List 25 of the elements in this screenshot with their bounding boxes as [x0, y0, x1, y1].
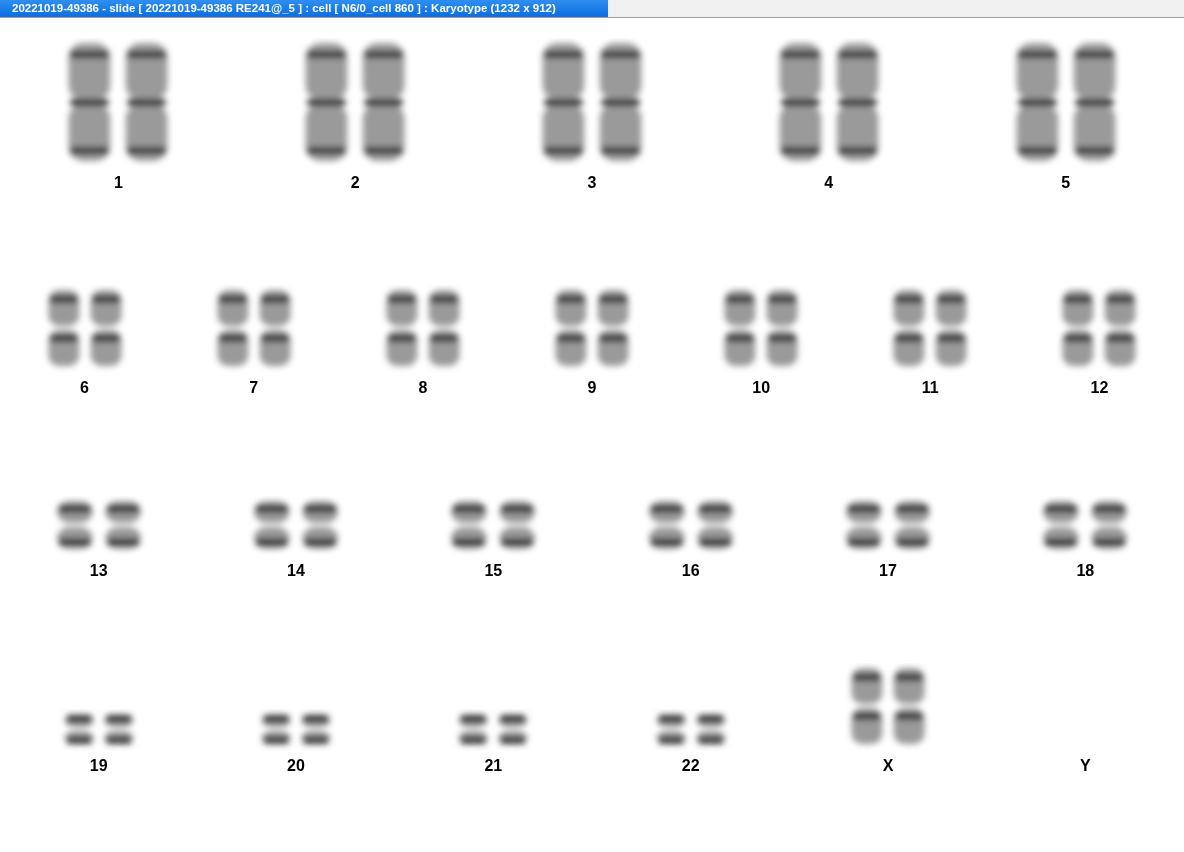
chromosome-number: 7 [249, 379, 259, 397]
chromosome-number: 2 [350, 174, 360, 192]
chromosome-number: 14 [287, 562, 305, 580]
chromosome-number: 12 [1090, 379, 1109, 397]
chromosome-number: 9 [587, 379, 597, 397]
window-title: 20221019-49386 - slide [ 20221019-49386 RE241@_5 ] : cell [ N6/0_cell 860 ] : Karyotype (1232 x 912) [0, 0, 608, 17]
chromosome-number: 19 [89, 757, 108, 775]
chromosome-number: 16 [681, 562, 700, 580]
chromosome-number: 8 [418, 379, 428, 397]
chromosome-number: 21 [484, 757, 503, 775]
chromosome-number: 18 [1076, 562, 1095, 580]
chromosome-number: 5 [1061, 174, 1071, 192]
chromosome-number: 17 [879, 562, 897, 580]
chromosome-number: 6 [80, 379, 89, 397]
chromosome-number: 11 [921, 379, 939, 397]
chromosome-number: 20 [287, 757, 305, 775]
chromosome-number: 10 [752, 379, 771, 397]
chromosome-number: 4 [824, 174, 834, 192]
chromosome-number: 15 [484, 562, 503, 580]
chromosome-number: 22 [681, 757, 700, 775]
chromosome-number: 13 [89, 562, 108, 580]
chromosome-number: Y [1080, 757, 1091, 775]
chromosome-number: 3 [587, 174, 597, 192]
chromosome-number: 1 [113, 174, 123, 192]
chromosome-number: X [882, 757, 894, 775]
